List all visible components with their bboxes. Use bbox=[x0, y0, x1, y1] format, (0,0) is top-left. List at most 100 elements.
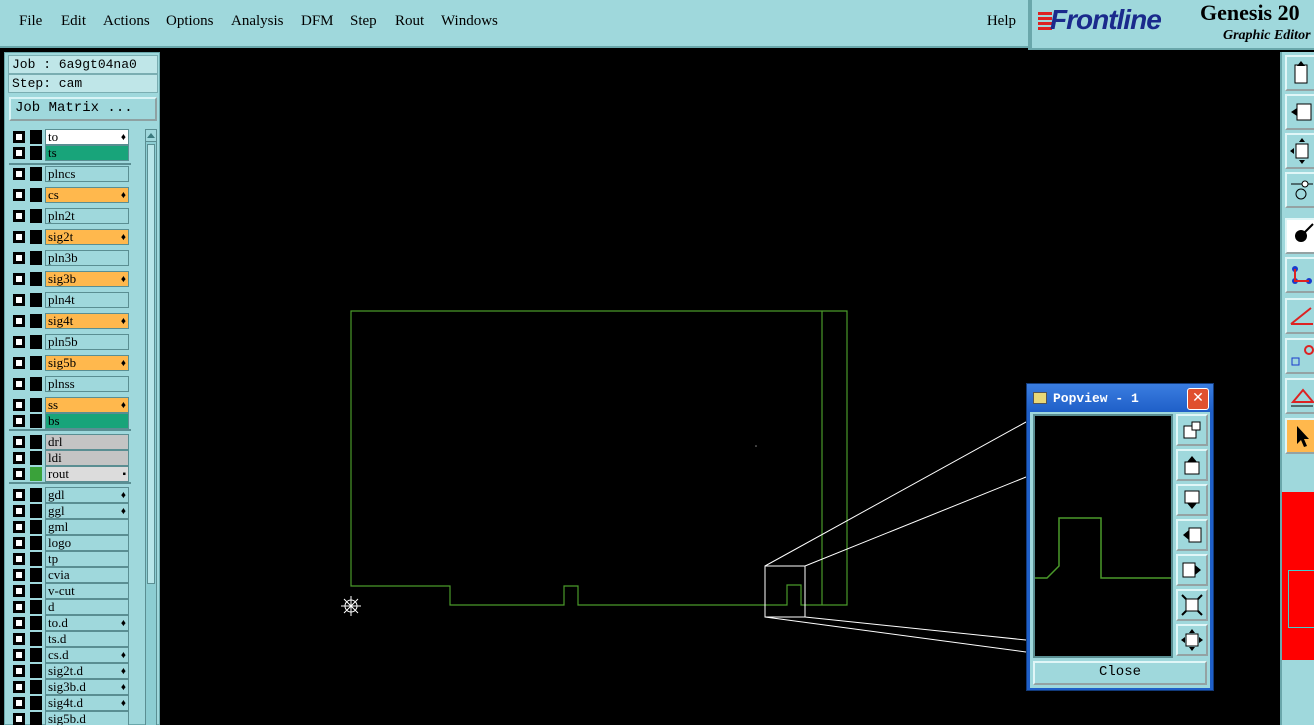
layer-row[interactable]: gml bbox=[9, 519, 131, 535]
layer-name[interactable]: pln2t bbox=[45, 208, 129, 224]
menu-dfm[interactable]: DFM bbox=[301, 13, 334, 30]
layer-checkbox[interactable] bbox=[13, 468, 25, 480]
layer-checkbox[interactable] bbox=[13, 147, 25, 159]
layer-name[interactable]: sig2t ♦ bbox=[45, 229, 129, 245]
layer-name[interactable]: v-cut bbox=[45, 583, 129, 599]
layer-row[interactable]: sig4t ♦ bbox=[9, 313, 131, 329]
menu-help[interactable]: Help bbox=[987, 13, 1016, 30]
layer-color-swatch[interactable] bbox=[30, 398, 42, 412]
layer-row[interactable]: drl bbox=[9, 434, 131, 450]
tool-open-icon[interactable] bbox=[1285, 55, 1314, 91]
layer-color-swatch[interactable] bbox=[30, 664, 42, 678]
layer-row[interactable]: sig2t ♦ bbox=[9, 229, 131, 245]
layer-checkbox[interactable] bbox=[13, 649, 25, 661]
layer-row[interactable]: pln5b bbox=[9, 334, 131, 350]
layer-color-swatch[interactable] bbox=[30, 467, 42, 481]
layer-checkbox[interactable] bbox=[13, 665, 25, 677]
layer-color-swatch[interactable] bbox=[30, 536, 42, 550]
layer-checkbox[interactable] bbox=[13, 357, 25, 369]
layer-name[interactable]: to ♦ bbox=[45, 129, 129, 145]
layer-color-swatch[interactable] bbox=[30, 435, 42, 449]
layer-name[interactable]: cs ♦ bbox=[45, 187, 129, 203]
layer-color-swatch[interactable] bbox=[30, 377, 42, 391]
layer-name[interactable]: d bbox=[45, 599, 129, 615]
popview-zoom-out-icon[interactable] bbox=[1176, 589, 1208, 621]
layer-color-swatch[interactable] bbox=[30, 335, 42, 349]
layer-color-swatch[interactable] bbox=[30, 209, 42, 223]
layer-row[interactable]: bs bbox=[9, 413, 131, 429]
layer-name[interactable]: sig5b.d bbox=[45, 711, 129, 725]
layer-color-swatch[interactable] bbox=[30, 504, 42, 518]
layer-checkbox[interactable] bbox=[13, 378, 25, 390]
layer-row[interactable]: ts bbox=[9, 145, 131, 161]
layer-name[interactable]: plnss bbox=[45, 376, 129, 392]
layer-color-swatch[interactable] bbox=[30, 451, 42, 465]
layer-row[interactable]: pln3b bbox=[9, 250, 131, 266]
layer-checkbox[interactable] bbox=[13, 436, 25, 448]
layer-row[interactable]: cvia bbox=[9, 567, 131, 583]
close-icon[interactable]: ✕ bbox=[1187, 388, 1209, 410]
popview-titlebar[interactable]: Popview - 1 ✕ bbox=[1027, 384, 1213, 412]
layer-color-swatch[interactable] bbox=[30, 293, 42, 307]
tool-measure-icon[interactable] bbox=[1285, 378, 1314, 414]
layer-row[interactable]: cs.d ♦ bbox=[9, 647, 131, 663]
layer-name[interactable]: sig4t ♦ bbox=[45, 313, 129, 329]
menu-windows[interactable]: Windows bbox=[441, 13, 498, 30]
layer-row[interactable]: tp bbox=[9, 551, 131, 567]
layer-name[interactable]: pln4t bbox=[45, 292, 129, 308]
layer-checkbox[interactable] bbox=[13, 617, 25, 629]
layer-checkbox[interactable] bbox=[13, 315, 25, 327]
layer-color-swatch[interactable] bbox=[30, 146, 42, 160]
layer-color-swatch[interactable] bbox=[30, 696, 42, 710]
layer-checkbox[interactable] bbox=[13, 553, 25, 565]
layer-color-swatch[interactable] bbox=[30, 632, 42, 646]
layer-row[interactable]: ts.d bbox=[9, 631, 131, 647]
layer-checkbox[interactable] bbox=[13, 713, 25, 725]
job-matrix-button[interactable]: Job Matrix ... bbox=[9, 97, 157, 121]
layer-color-swatch[interactable] bbox=[30, 568, 42, 582]
menu-edit[interactable]: Edit bbox=[61, 13, 86, 30]
layer-row[interactable]: plnss bbox=[9, 376, 131, 392]
layer-checkbox[interactable] bbox=[13, 569, 25, 581]
layer-name[interactable]: rout ▪ bbox=[45, 466, 129, 482]
layer-row[interactable]: pln2t bbox=[9, 208, 131, 224]
layer-name[interactable]: sig2t.d ♦ bbox=[45, 663, 129, 679]
layer-name[interactable]: pln5b bbox=[45, 334, 129, 350]
layer-row[interactable]: pln4t bbox=[9, 292, 131, 308]
layer-name[interactable]: sig3b.d ♦ bbox=[45, 679, 129, 695]
layer-color-swatch[interactable] bbox=[30, 600, 42, 614]
layer-row[interactable]: to.d ♦ bbox=[9, 615, 131, 631]
menu-actions[interactable]: Actions bbox=[103, 13, 150, 30]
popview-pan-down-icon[interactable] bbox=[1176, 484, 1208, 516]
layer-row[interactable]: gdl ♦ bbox=[9, 487, 131, 503]
layer-name[interactable]: sig5b ♦ bbox=[45, 355, 129, 371]
layer-color-swatch[interactable] bbox=[30, 648, 42, 662]
layer-color-swatch[interactable] bbox=[30, 130, 42, 144]
popview-fit-icon[interactable] bbox=[1176, 624, 1208, 656]
layer-checkbox[interactable] bbox=[13, 210, 25, 222]
layer-row[interactable]: sig3b.d ♦ bbox=[9, 679, 131, 695]
layer-row[interactable]: ldi bbox=[9, 450, 131, 466]
tool-net-icon[interactable] bbox=[1285, 257, 1314, 293]
layer-name[interactable]: ldi bbox=[45, 450, 129, 466]
layer-name[interactable]: logo bbox=[45, 535, 129, 551]
layer-checkbox[interactable] bbox=[13, 189, 25, 201]
layer-row[interactable]: sig4t.d ♦ bbox=[9, 695, 131, 711]
layer-checkbox[interactable] bbox=[13, 415, 25, 427]
layer-checkbox[interactable] bbox=[13, 452, 25, 464]
layer-checkbox[interactable] bbox=[13, 252, 25, 264]
layer-row[interactable]: sig3b ♦ bbox=[9, 271, 131, 287]
layer-name[interactable]: bs bbox=[45, 413, 129, 429]
layer-checkbox[interactable] bbox=[13, 273, 25, 285]
layer-row[interactable]: sig5b.d bbox=[9, 711, 131, 725]
tool-layer-icon[interactable] bbox=[1285, 94, 1314, 130]
menu-rout[interactable]: Rout bbox=[395, 13, 424, 30]
tool-settings-icon[interactable] bbox=[1285, 172, 1314, 208]
layer-name[interactable]: sig3b ♦ bbox=[45, 271, 129, 287]
layer-name[interactable]: drl bbox=[45, 434, 129, 450]
layer-color-swatch[interactable] bbox=[30, 272, 42, 286]
tool-select-pointer-icon[interactable] bbox=[1285, 418, 1314, 454]
layer-color-swatch[interactable] bbox=[30, 680, 42, 694]
layer-row[interactable]: rout ▪ bbox=[9, 466, 131, 482]
layer-checkbox[interactable] bbox=[13, 633, 25, 645]
